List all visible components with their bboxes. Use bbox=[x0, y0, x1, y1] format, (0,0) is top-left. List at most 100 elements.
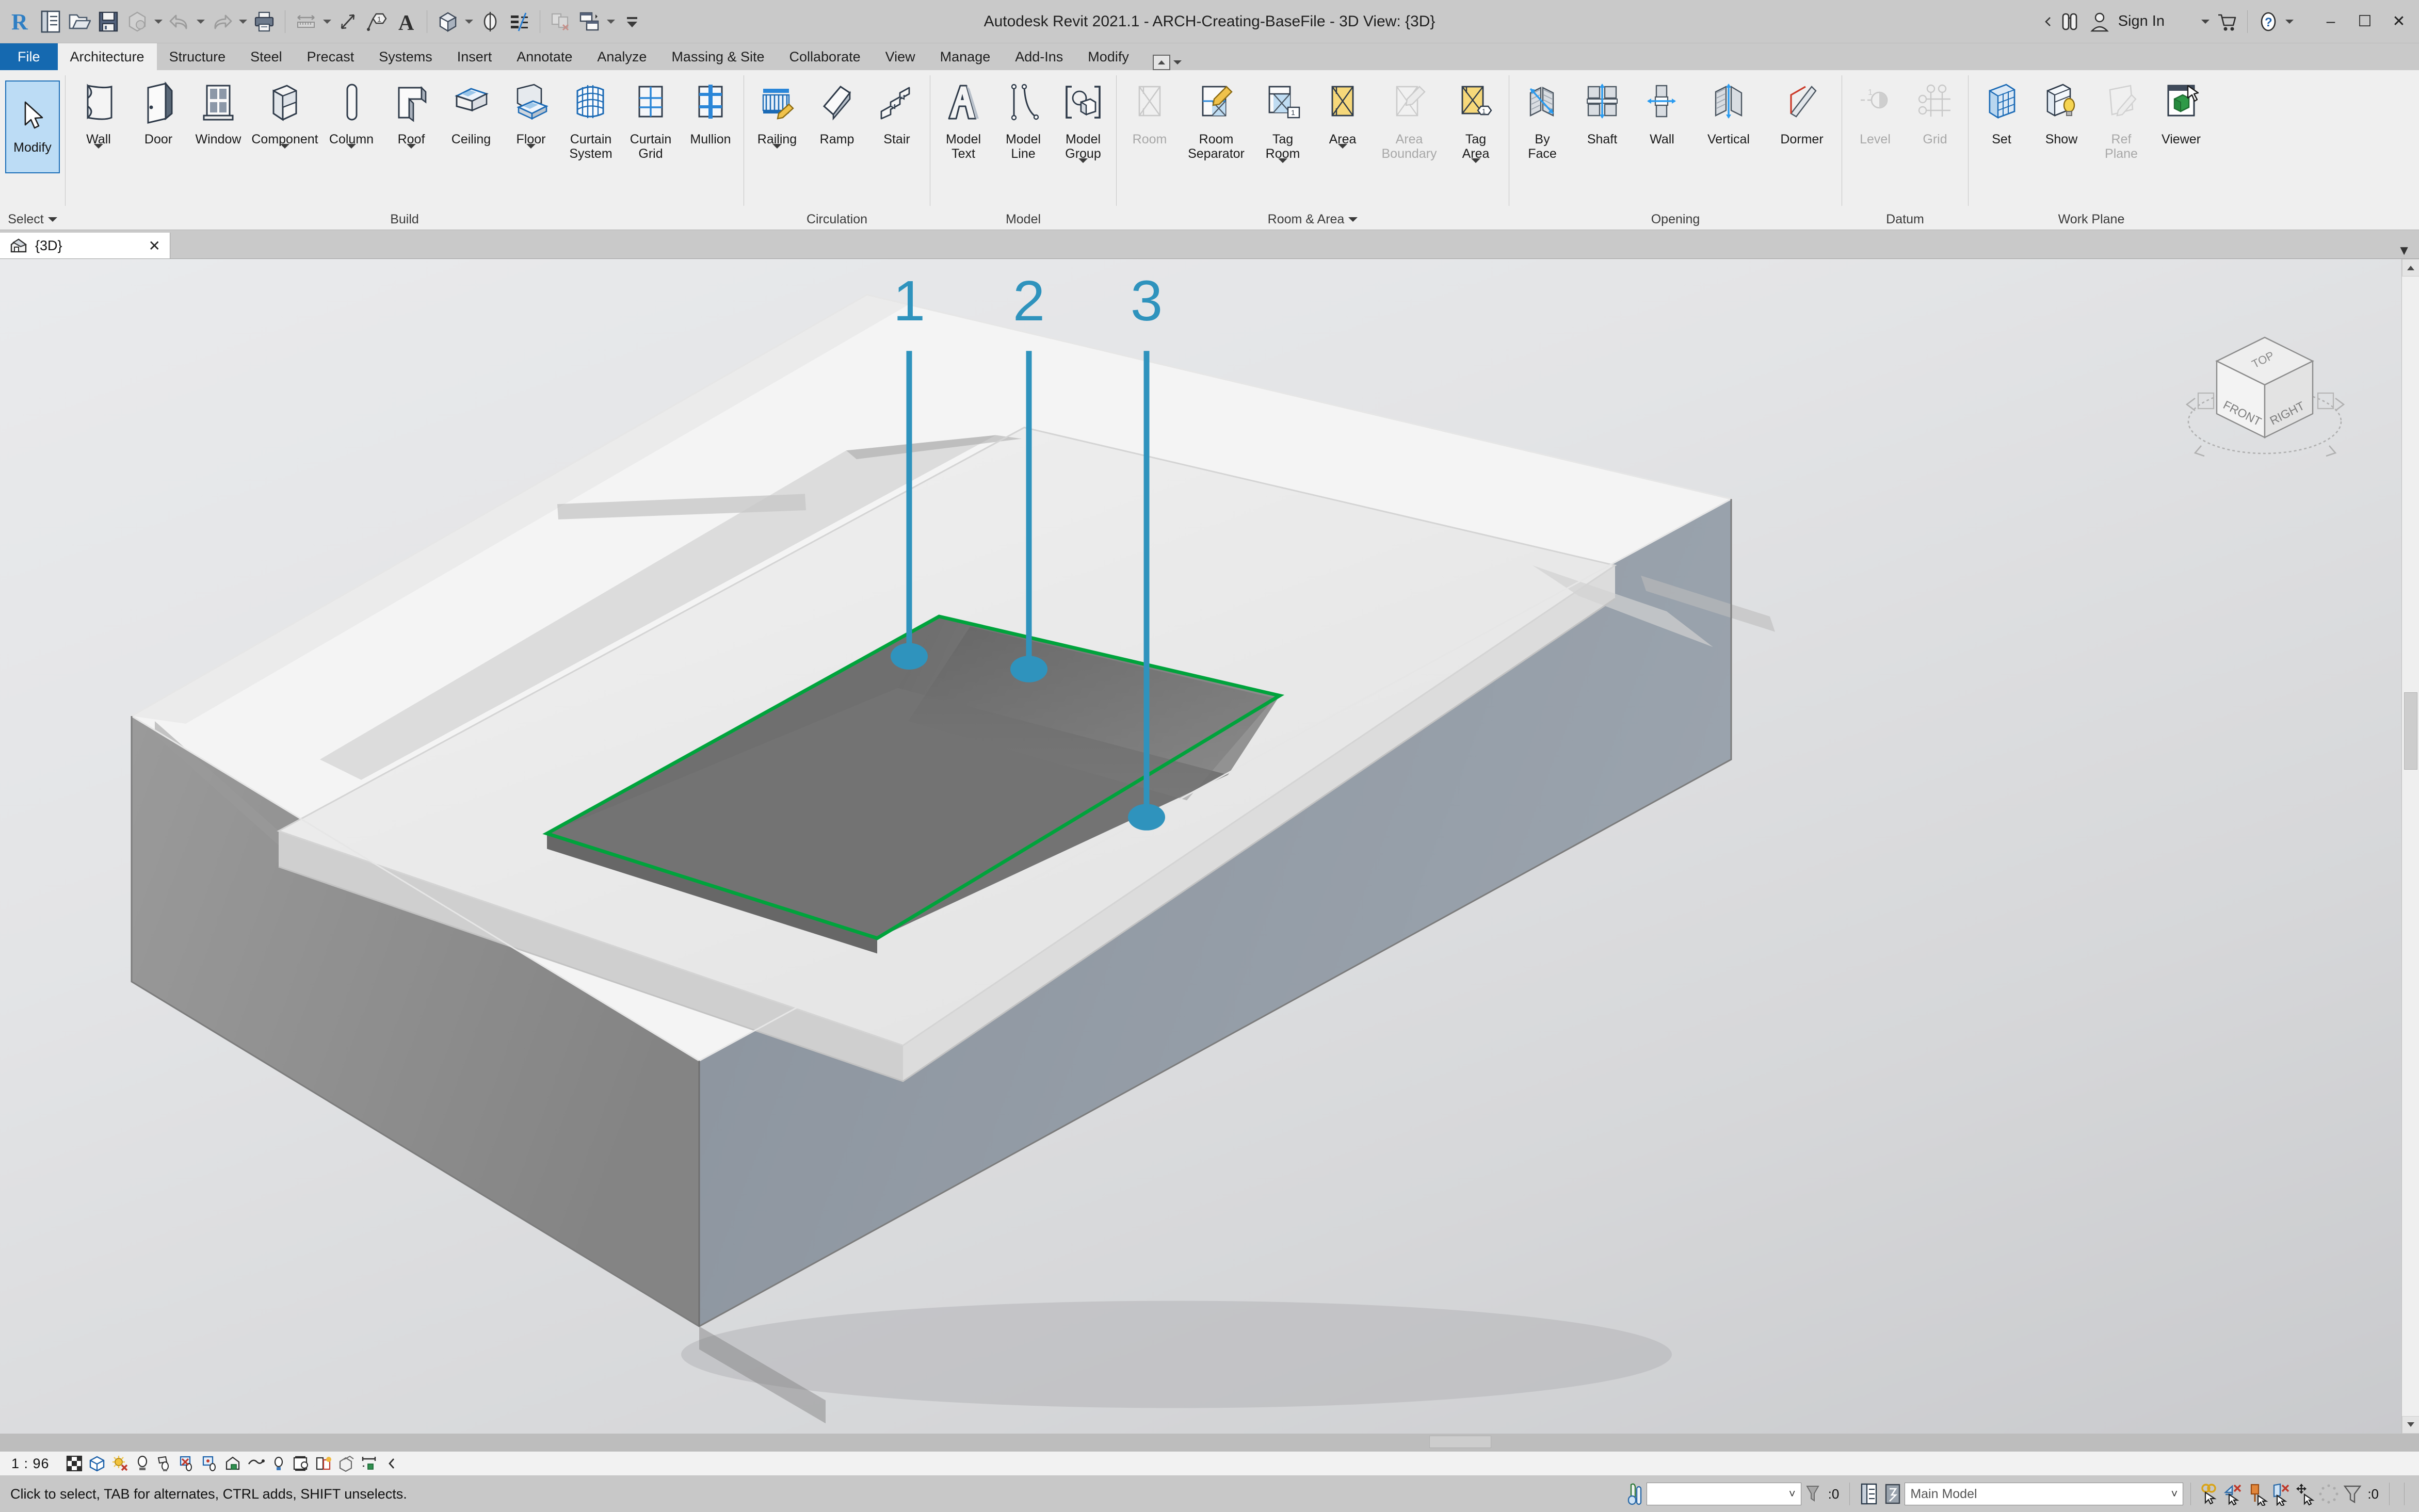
detail-level-icon[interactable] bbox=[63, 1452, 86, 1475]
ribbon-button-wall-opening[interactable]: Wall bbox=[1632, 75, 1692, 178]
expand-toolbar-icon[interactable] bbox=[381, 1452, 404, 1475]
room-area-dialog-launcher-icon[interactable] bbox=[1348, 217, 1358, 222]
show-crop-region-icon[interactable] bbox=[199, 1452, 222, 1475]
horizontal-scrollbar[interactable] bbox=[0, 1434, 2419, 1451]
tab-view[interactable]: View bbox=[873, 43, 928, 70]
drag-elements-icon[interactable] bbox=[2293, 1482, 2317, 1506]
show-analytical-model-icon[interactable] bbox=[313, 1452, 335, 1475]
column-dropdown-caret-icon[interactable] bbox=[347, 144, 356, 157]
ribbon-button-model-group[interactable]: Model Group bbox=[1053, 75, 1113, 178]
view-tab-3d[interactable]: {3D} ✕ bbox=[0, 233, 170, 258]
area-dropdown-caret-icon[interactable] bbox=[1338, 144, 1347, 157]
filter-icon[interactable] bbox=[2341, 1482, 2364, 1506]
lock-3d-view-icon[interactable] bbox=[222, 1452, 245, 1475]
tab-steel[interactable]: Steel bbox=[238, 43, 295, 70]
ribbon-button-wall[interactable]: Wall bbox=[69, 75, 128, 178]
render-dialog-icon[interactable] bbox=[154, 1452, 176, 1475]
maximize-button[interactable]: ☐ bbox=[2348, 4, 2382, 40]
tab-systems[interactable]: Systems bbox=[366, 43, 445, 70]
save-icon[interactable] bbox=[94, 7, 123, 36]
ribbon-button-component[interactable]: Component bbox=[248, 75, 321, 178]
default-3d-view-icon[interactable] bbox=[433, 7, 462, 36]
search-binoculars-icon[interactable] bbox=[2055, 7, 2084, 36]
infocenter-dropdown-icon[interactable] bbox=[2199, 7, 2212, 36]
shadows-off-icon[interactable] bbox=[131, 1452, 154, 1475]
ribbon-button-area[interactable]: Area bbox=[1313, 75, 1373, 178]
tab-analyze[interactable]: Analyze bbox=[585, 43, 659, 70]
view-cube[interactable]: TOP FRONT RIGHT bbox=[2174, 316, 2360, 481]
ribbon-button-model-line[interactable]: Model Line bbox=[993, 75, 1053, 178]
ribbon-button-tag-area[interactable]: 1 Tag Area bbox=[1446, 75, 1506, 178]
ribbon-button-room-separator[interactable]: Room Separator bbox=[1180, 75, 1253, 178]
ribbon-minimize-icon[interactable] bbox=[1153, 55, 1170, 70]
tab-modify[interactable]: Modify bbox=[1075, 43, 1141, 70]
ribbon-button-set-workplane[interactable]: Set bbox=[1972, 75, 2031, 178]
scroll-down-arrow-icon[interactable] bbox=[2402, 1416, 2419, 1434]
ribbon-button-show-workplane[interactable]: Show bbox=[2031, 75, 2091, 178]
select-pinned-icon[interactable] bbox=[2246, 1482, 2269, 1506]
tab-addins[interactable]: Add-Ins bbox=[1003, 43, 1075, 70]
model-selector-caret-icon[interactable]: ˅ bbox=[2171, 1487, 2178, 1501]
ribbon-button-column[interactable]: Column bbox=[321, 75, 381, 178]
editable-only-filter-icon[interactable] bbox=[1801, 1482, 1825, 1506]
ribbon-options-caret-icon[interactable] bbox=[1173, 60, 1182, 64]
tag-room-dropdown-caret-icon[interactable] bbox=[1278, 158, 1287, 172]
select-panel-caret-icon[interactable] bbox=[48, 217, 57, 222]
infocenter-collapse-icon[interactable] bbox=[2042, 16, 2055, 27]
help-dropdown-icon[interactable] bbox=[2283, 7, 2296, 36]
ribbon-button-stair[interactable]: Stair bbox=[867, 75, 927, 178]
help-icon[interactable]: ? bbox=[2254, 7, 2283, 36]
tag-by-category-icon[interactable]: 1 bbox=[363, 7, 392, 36]
autodesk-app-store-icon[interactable] bbox=[2212, 7, 2241, 36]
select-by-face-icon[interactable] bbox=[2269, 1482, 2293, 1506]
text-icon[interactable]: A bbox=[392, 7, 421, 36]
railing-dropdown-caret-icon[interactable] bbox=[772, 144, 782, 157]
tab-architecture[interactable]: Architecture bbox=[58, 43, 157, 70]
tab-structure[interactable]: Structure bbox=[157, 43, 238, 70]
ribbon-button-door[interactable]: Door bbox=[128, 75, 188, 178]
vertical-scrollbar[interactable] bbox=[2401, 259, 2419, 1434]
view-tab-close-icon[interactable]: ✕ bbox=[149, 237, 160, 254]
ribbon-button-model-text[interactable]: Model Text bbox=[933, 75, 993, 178]
scroll-up-arrow-icon[interactable] bbox=[2402, 259, 2419, 277]
horizontal-scroll-thumb[interactable] bbox=[1429, 1436, 1491, 1448]
new-project-icon[interactable] bbox=[36, 7, 65, 36]
open-file-icon[interactable] bbox=[65, 7, 94, 36]
tab-manage[interactable]: Manage bbox=[928, 43, 1003, 70]
temp-hide-isolate-icon[interactable] bbox=[245, 1452, 267, 1475]
ribbon-button-ceiling[interactable]: Ceiling bbox=[441, 75, 501, 178]
ribbon-button-ramp[interactable]: Ramp bbox=[807, 75, 867, 178]
ribbon-button-mullion[interactable]: Mullion bbox=[681, 75, 740, 178]
vertical-scroll-thumb[interactable] bbox=[2404, 692, 2417, 770]
print-icon[interactable] bbox=[250, 7, 279, 36]
element-selector-input[interactable]: ˅ bbox=[1647, 1483, 1801, 1505]
crop-view-off-icon[interactable] bbox=[176, 1452, 199, 1475]
element-selector-caret-icon[interactable]: ˅ bbox=[1789, 1487, 1796, 1501]
ribbon-button-window[interactable]: Window bbox=[188, 75, 248, 178]
customize-qat-icon[interactable] bbox=[618, 7, 647, 36]
tab-massing-site[interactable]: Massing & Site bbox=[659, 43, 777, 70]
modify-button[interactable]: Modify bbox=[5, 80, 60, 173]
tab-file[interactable]: File bbox=[0, 43, 58, 70]
select-links-icon[interactable] bbox=[2198, 1482, 2222, 1506]
select-underlay-icon[interactable] bbox=[2222, 1482, 2246, 1506]
ribbon-display-options[interactable] bbox=[1153, 55, 1182, 70]
measurement-constraints-icon[interactable] bbox=[358, 1452, 381, 1475]
roof-dropdown-caret-icon[interactable] bbox=[407, 144, 416, 157]
sign-in-button[interactable]: Sign In bbox=[2084, 7, 2170, 36]
view-tab-overflow-caret-icon[interactable]: ▼ bbox=[2397, 242, 2411, 258]
model-selector-dropdown[interactable]: Main Model ˅ bbox=[1905, 1483, 2183, 1505]
ribbon-button-roof[interactable]: Roof bbox=[381, 75, 441, 178]
ribbon-button-vertical-opening[interactable]: Vertical bbox=[1692, 75, 1765, 178]
component-dropdown-caret-icon[interactable] bbox=[280, 144, 289, 157]
ribbon-button-shaft-opening[interactable]: Shaft bbox=[1572, 75, 1632, 178]
thin-lines-icon[interactable] bbox=[505, 7, 534, 36]
viewport-3d[interactable]: 1 2 3 bbox=[0, 259, 2401, 1434]
view-scale-label[interactable]: 1 : 96 bbox=[11, 1456, 50, 1472]
reveal-hidden-elements-icon[interactable] bbox=[267, 1452, 290, 1475]
floor-dropdown-caret-icon[interactable] bbox=[526, 144, 536, 157]
tab-precast[interactable]: Precast bbox=[295, 43, 367, 70]
ribbon-button-curtain-system[interactable]: Curtain System bbox=[561, 75, 621, 178]
tag-area-dropdown-caret-icon[interactable] bbox=[1471, 158, 1480, 172]
tab-insert[interactable]: Insert bbox=[445, 43, 505, 70]
